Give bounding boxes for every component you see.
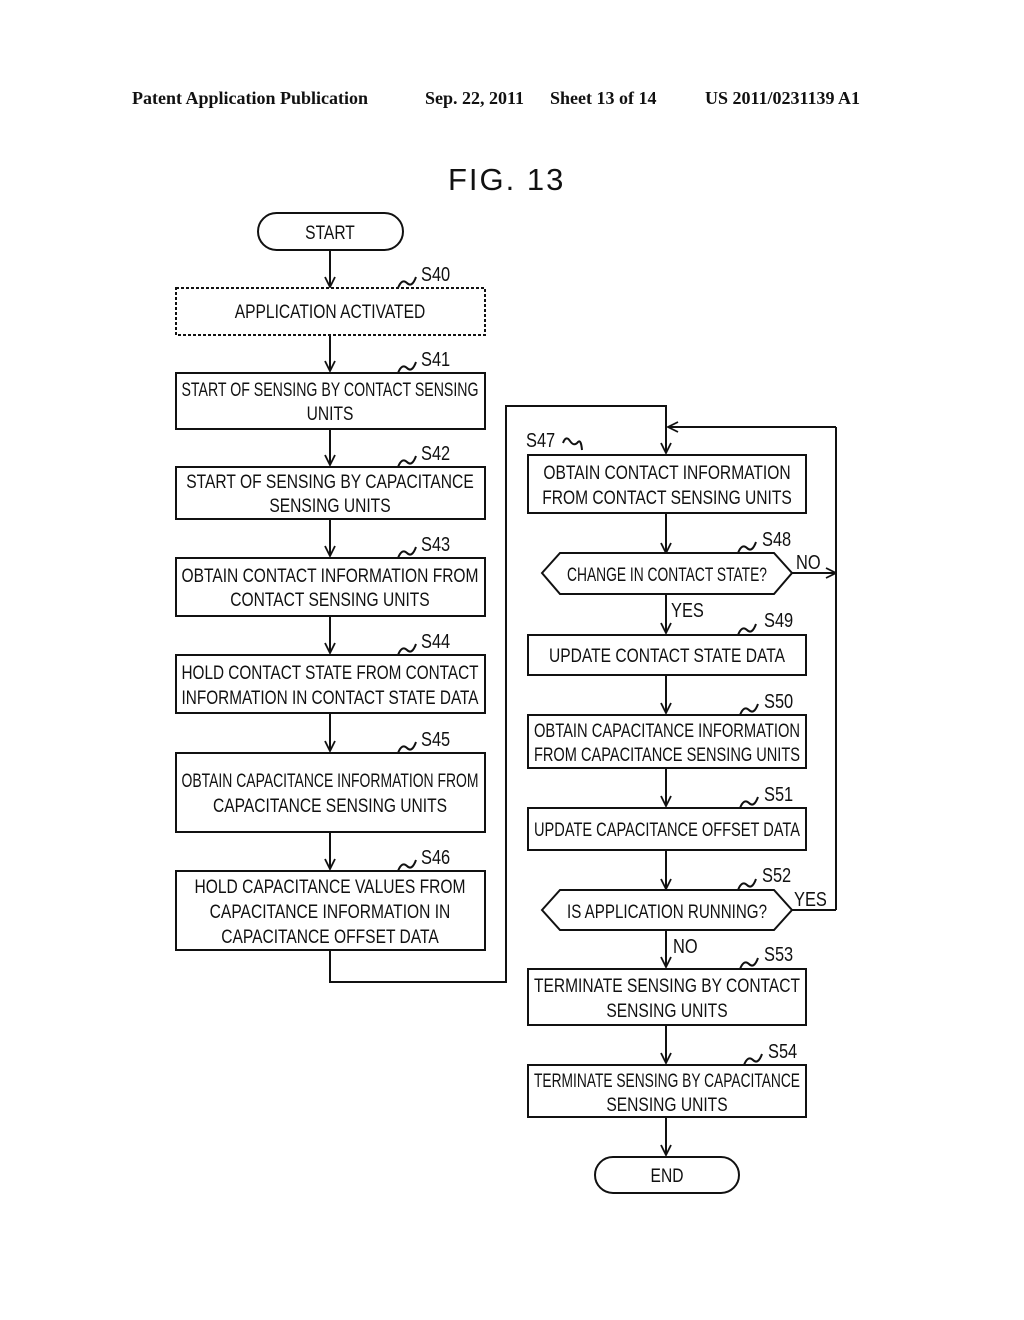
step-s52-text: IS APPLICATION RUNNING? xyxy=(567,902,767,923)
step-s45: OBTAIN CAPACITANCE INFORMATION FROM CAPA… xyxy=(175,752,486,833)
end-terminal: END xyxy=(594,1156,740,1194)
step-s51: UPDATE CAPACITANCE OFFSET DATA xyxy=(527,807,807,851)
s53-leader xyxy=(739,957,759,970)
step-s49: UPDATE CONTACT STATE DATA xyxy=(527,634,807,676)
step-s42: START OF SENSING BY CAPACITANCE SENSING … xyxy=(175,466,486,520)
step-s53-text-line1: TERMINATE SENSING BY CONTACT xyxy=(534,976,800,997)
step-s44-text-line2: INFORMATION IN CONTACT STATE DATA xyxy=(182,688,479,709)
step-s43-text-line1: OBTAIN CONTACT INFORMATION FROM xyxy=(182,566,479,587)
step-s40-text: APPLICATION ACTIVATED xyxy=(235,302,425,323)
s53-ref: S53 xyxy=(764,944,793,966)
step-s46: HOLD CAPACITANCE VALUES FROM CAPACITANCE… xyxy=(175,870,486,951)
step-s42-text-line1: START OF SENSING BY CAPACITANCE xyxy=(186,472,473,493)
s54-leader xyxy=(743,1053,763,1066)
step-s41-text-line1: START OF SENSING BY CONTACT SENSING xyxy=(182,380,479,401)
step-s50-text-line1: OBTAIN CAPACITANCE INFORMATION xyxy=(534,721,800,742)
s52-no-label: NO xyxy=(673,936,698,958)
s48-no-label: NO xyxy=(796,552,821,574)
s40-ref: S40 xyxy=(421,264,450,286)
s47-ref: S47 xyxy=(526,430,555,452)
s45-leader xyxy=(397,741,417,754)
step-s44: HOLD CONTACT STATE FROM CONTACT INFORMAT… xyxy=(175,654,486,714)
s46-leader xyxy=(397,859,417,872)
step-s46-text-line1: HOLD CAPACITANCE VALUES FROM xyxy=(195,877,466,898)
step-s50-text-line2: FROM CAPACITANCE SENSING UNITS xyxy=(534,745,800,766)
s51-ref: S51 xyxy=(764,784,793,806)
step-s47: OBTAIN CONTACT INFORMATION FROM CONTACT … xyxy=(527,454,807,514)
s48-leader xyxy=(737,541,757,554)
s46-ref: S46 xyxy=(421,847,450,869)
step-s47-text-line1: OBTAIN CONTACT INFORMATION xyxy=(543,463,790,484)
s42-ref: S42 xyxy=(421,443,450,465)
start-label: START xyxy=(305,223,355,244)
step-s53-text-line2: SENSING UNITS xyxy=(606,1001,727,1022)
step-s41-text-line2: UNITS xyxy=(307,404,354,425)
step-s47-text-line2: FROM CONTACT SENSING UNITS xyxy=(542,488,792,509)
s45-ref: S45 xyxy=(421,729,450,751)
s41-ref: S41 xyxy=(421,349,450,371)
s52-leader xyxy=(737,878,757,891)
s43-leader xyxy=(397,546,417,559)
s51-leader xyxy=(739,796,759,809)
step-s46-text-line3: CAPACITANCE OFFSET DATA xyxy=(221,927,439,948)
start-terminal: START xyxy=(257,212,404,251)
step-s43: OBTAIN CONTACT INFORMATION FROM CONTACT … xyxy=(175,557,486,617)
step-s52-decision: IS APPLICATION RUNNING? xyxy=(540,889,794,931)
step-s49-text: UPDATE CONTACT STATE DATA xyxy=(549,646,785,667)
s49-ref: S49 xyxy=(764,610,793,632)
step-s48-text: CHANGE IN CONTACT STATE? xyxy=(567,565,767,586)
step-s54-text-line2: SENSING UNITS xyxy=(606,1095,727,1116)
s50-ref: S50 xyxy=(764,691,793,713)
s40-leader xyxy=(397,276,417,289)
s42-leader xyxy=(397,455,417,468)
step-s45-text-line2: CAPACITANCE SENSING UNITS xyxy=(213,796,447,817)
step-s40: APPLICATION ACTIVATED xyxy=(175,287,486,336)
s48-yes-label: YES xyxy=(671,600,704,622)
step-s48-decision: CHANGE IN CONTACT STATE? xyxy=(540,552,794,595)
step-s45-text-line1: OBTAIN CAPACITANCE INFORMATION FROM xyxy=(182,771,479,792)
flowchart: START END APPLICATION ACTIVATED START OF… xyxy=(175,212,837,1194)
s41-leader xyxy=(397,361,417,374)
s44-leader xyxy=(397,643,417,656)
step-s51-text: UPDATE CAPACITANCE OFFSET DATA xyxy=(534,820,800,841)
step-s41: START OF SENSING BY CONTACT SENSING UNIT… xyxy=(175,372,486,430)
step-s44-text-line1: HOLD CONTACT STATE FROM CONTACT xyxy=(182,663,479,684)
s48-ref: S48 xyxy=(762,529,791,551)
s47-leader xyxy=(562,437,583,451)
step-s46-text-line2: CAPACITANCE INFORMATION IN xyxy=(210,902,451,923)
s49-leader xyxy=(737,623,757,636)
step-s42-text-line2: SENSING UNITS xyxy=(269,496,390,517)
s43-ref: S43 xyxy=(421,534,450,556)
s50-leader xyxy=(739,703,759,716)
step-s45-box xyxy=(175,752,486,833)
step-s50: OBTAIN CAPACITANCE INFORMATION FROM CAPA… xyxy=(527,714,807,769)
step-s43-text-line2: CONTACT SENSING UNITS xyxy=(230,590,429,611)
step-s54: TERMINATE SENSING BY CAPACITANCE SENSING… xyxy=(527,1064,807,1118)
step-s53: TERMINATE SENSING BY CONTACT SENSING UNI… xyxy=(527,968,807,1026)
step-s54-text-line1: TERMINATE SENSING BY CAPACITANCE xyxy=(534,1071,800,1092)
s52-ref: S52 xyxy=(762,865,791,887)
s54-ref: S54 xyxy=(768,1041,797,1063)
s44-ref: S44 xyxy=(421,631,450,653)
s52-yes-label: YES xyxy=(794,889,827,911)
end-label: END xyxy=(651,1166,684,1187)
